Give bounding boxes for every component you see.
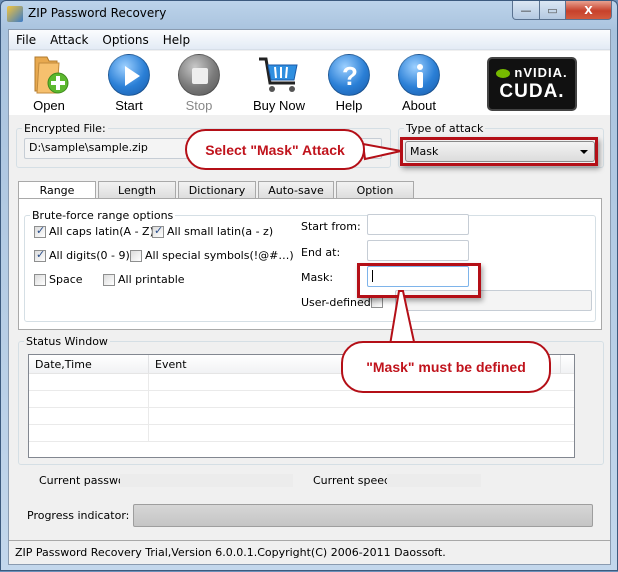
all-printable-label: All printable <box>118 273 185 286</box>
tab-option[interactable]: Option <box>336 181 414 199</box>
menu-attack[interactable]: Attack <box>43 33 95 47</box>
table-row <box>29 408 574 425</box>
minimize-button[interactable]: — <box>512 1 540 20</box>
progress-label: Progress indicator: <box>27 509 130 522</box>
current-password-value <box>120 474 293 487</box>
current-speed-value <box>387 474 481 487</box>
encrypted-file-legend: Encrypted File: <box>24 122 106 135</box>
digits-label: All digits(0 - 9) <box>49 249 130 262</box>
client-area: File Attack Options Help Open Start Stop <box>8 29 611 565</box>
current-speed-label: Current speed: <box>313 474 395 487</box>
stop-label: Stop <box>185 98 213 113</box>
range-tab-panel: Brute-force range options All caps latin… <box>18 198 602 330</box>
status-bar: ZIP Password Recovery Trial,Version 6.0.… <box>9 540 610 566</box>
tab-auto-save[interactable]: Auto-save <box>258 181 334 199</box>
help-button[interactable]: ? Help <box>319 53 379 113</box>
small-latin-checkbox[interactable]: All small latin(a - z) <box>152 224 274 238</box>
callout-mask-defined: "Mask" must be defined <box>341 341 551 393</box>
tab-bar: Range Length Dictionary Auto-save Option <box>18 181 416 200</box>
close-button[interactable]: X <box>566 1 612 20</box>
menu-bar: File Attack Options Help <box>9 30 610 50</box>
about-button[interactable]: About <box>389 53 449 113</box>
callout-select-mask: Select "Mask" Attack <box>185 129 365 170</box>
play-icon <box>108 54 150 96</box>
buy-now-button[interactable]: Buy Now <box>249 53 309 113</box>
cart-icon <box>257 53 301 97</box>
tab-length[interactable]: Length <box>98 181 176 199</box>
end-at-input[interactable] <box>367 240 469 261</box>
attack-type-legend: Type of attack <box>406 122 484 135</box>
nvidia-cuda-badge: nVIDIA. CUDA. <box>487 57 577 111</box>
all-printable-checkbox[interactable]: All printable <box>103 273 185 286</box>
digits-checkbox[interactable]: All digits(0 - 9) <box>34 248 130 262</box>
help-label: Help <box>335 98 363 113</box>
badge-line2: CUDA. <box>499 81 565 102</box>
tab-dictionary[interactable]: Dictionary <box>178 181 256 199</box>
menu-file[interactable]: File <box>9 33 43 47</box>
caps-latin-checkbox[interactable]: All caps latin(A - Z) <box>34 224 154 238</box>
special-symbols-checkbox[interactable]: All special symbols(!@#…) <box>130 249 294 262</box>
status-window-legend: Status Window <box>26 335 108 348</box>
space-label: Space <box>49 273 83 286</box>
mask-label: Mask: <box>301 271 334 284</box>
mask-highlight <box>357 263 481 298</box>
buy-now-label: Buy Now <box>252 98 306 113</box>
start-from-label: Start from: <box>301 220 361 233</box>
app-window: ZIP Password Recovery — ▭ X File Attack … <box>0 0 618 571</box>
help-icon: ? <box>328 54 370 96</box>
info-icon <box>398 54 440 96</box>
end-at-label: End at: <box>301 246 341 259</box>
app-icon <box>7 6 23 22</box>
brute-force-legend: Brute-force range options <box>32 209 174 222</box>
start-button[interactable]: Start <box>99 53 159 113</box>
special-symbols-label: All special symbols(!@#…) <box>145 249 294 262</box>
table-row <box>29 391 574 408</box>
folder-add-icon <box>27 53 71 97</box>
checkbox-icon <box>103 273 115 286</box>
stop-button[interactable]: Stop <box>169 53 229 113</box>
space-checkbox[interactable]: Space <box>34 273 83 286</box>
start-from-input[interactable] <box>367 214 469 235</box>
checkbox-checked-icon <box>34 224 46 238</box>
stop-icon <box>178 54 220 96</box>
attack-type-highlight <box>400 137 598 166</box>
open-button[interactable]: Open <box>19 53 79 113</box>
nvidia-logo-icon <box>496 69 511 79</box>
checkbox-checked-icon <box>152 224 164 238</box>
about-label: About <box>402 98 436 113</box>
menu-options[interactable]: Options <box>95 33 155 47</box>
caps-latin-label: All caps latin(A - Z) <box>49 225 154 238</box>
title-bar[interactable]: ZIP Password Recovery — ▭ X <box>1 1 617 27</box>
maximize-button[interactable]: ▭ <box>540 1 566 20</box>
checkbox-icon <box>34 273 46 286</box>
table-row <box>29 425 574 442</box>
progress-bar <box>133 504 593 527</box>
column-date-time[interactable]: Date,Time <box>29 355 149 373</box>
small-latin-label: All small latin(a - z) <box>167 225 274 238</box>
checkbox-icon <box>130 249 142 262</box>
start-label: Start <box>115 98 143 113</box>
checkbox-checked-icon <box>34 248 46 262</box>
menu-help[interactable]: Help <box>156 33 197 47</box>
badge-line1: nVIDIA. <box>514 65 568 80</box>
svg-text:?: ? <box>342 61 358 91</box>
toolbar: Open Start Stop Buy Now ? Help About nVI… <box>9 51 610 115</box>
open-label: Open <box>33 98 65 113</box>
window-title: ZIP Password Recovery <box>28 6 167 20</box>
